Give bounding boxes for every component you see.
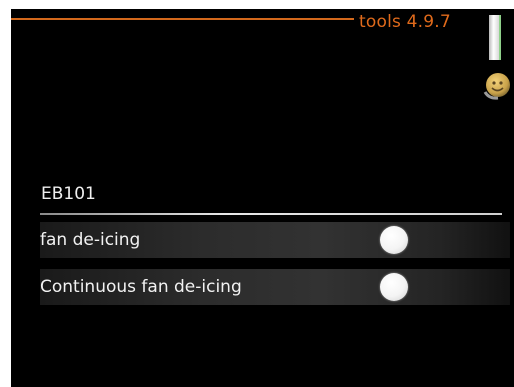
option-label: Continuous fan de-icing xyxy=(40,277,242,297)
radio-button[interactable] xyxy=(380,273,408,301)
option-label: fan de-icing xyxy=(40,230,141,250)
smiley-icon xyxy=(483,73,510,100)
radio-button[interactable] xyxy=(380,226,408,254)
menu-path-title: tools 4.9.7 xyxy=(359,12,451,32)
scroll-indicator[interactable] xyxy=(489,15,501,60)
option-row-fan-de-icing[interactable]: fan de-icing xyxy=(40,222,510,258)
row-separator xyxy=(40,258,510,264)
section-divider xyxy=(40,213,502,215)
display-screen: tools 4.9.7 EB101 fan de-icing Continuou… xyxy=(11,9,514,387)
section-title: EB101 xyxy=(41,184,96,204)
option-row-continuous-fan-de-icing[interactable]: Continuous fan de-icing xyxy=(40,269,510,305)
header-line xyxy=(11,18,354,20)
